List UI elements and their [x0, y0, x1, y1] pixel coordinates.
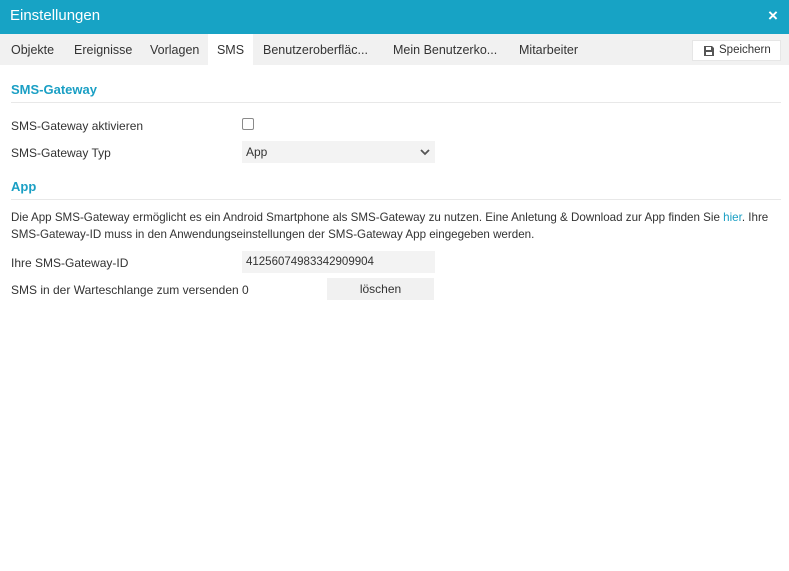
- activate-gateway-label: SMS-Gateway aktivieren: [11, 119, 144, 133]
- chevron-down-icon: [420, 149, 430, 156]
- tab-mein-benutzerkonto[interactable]: Mein Benutzerko...: [393, 34, 497, 65]
- gateway-type-value: App: [246, 145, 268, 159]
- tab-mitarbeiter[interactable]: Mitarbeiter: [519, 34, 578, 65]
- floppy-disk-icon: [704, 46, 714, 56]
- gateway-type-select[interactable]: App: [242, 141, 435, 163]
- section-divider: [11, 199, 781, 200]
- tab-vorlagen[interactable]: Vorlagen: [150, 34, 199, 65]
- title-bar: Einstellungen ×: [0, 0, 789, 34]
- tab-bar: Objekte Ereignisse Vorlagen SMS Benutzer…: [0, 34, 789, 65]
- gateway-id-value: 41256074983342909904: [246, 256, 374, 268]
- section-title-app: App: [11, 179, 37, 194]
- save-button-label: Speichern: [719, 44, 771, 56]
- gateway-id-label: Ihre SMS-Gateway-ID: [11, 256, 129, 270]
- queue-count: 0: [242, 283, 249, 297]
- save-button[interactable]: Speichern: [692, 40, 781, 61]
- delete-button[interactable]: löschen: [327, 278, 434, 300]
- gateway-type-label: SMS-Gateway Typ: [11, 146, 111, 160]
- activate-gateway-checkbox[interactable]: [242, 118, 254, 130]
- queue-label: SMS in der Warteschlange zum versenden: [11, 283, 239, 297]
- tab-ereignisse[interactable]: Ereignisse: [74, 34, 132, 65]
- tab-benutzeroberflaeche[interactable]: Benutzeroberfläc...: [263, 34, 368, 65]
- gateway-id-field[interactable]: 41256074983342909904: [242, 251, 435, 273]
- section-title-sms-gateway: SMS-Gateway: [11, 82, 97, 97]
- tab-sms[interactable]: SMS: [208, 34, 253, 65]
- section-divider: [11, 102, 781, 103]
- app-description: Die App SMS-Gateway ermöglicht es ein An…: [11, 210, 781, 243]
- close-icon[interactable]: ×: [765, 6, 781, 26]
- tab-objekte[interactable]: Objekte: [11, 34, 54, 65]
- download-link[interactable]: hier: [723, 211, 742, 224]
- window-title: Einstellungen: [10, 7, 101, 24]
- app-description-text: Die App SMS-Gateway ermöglicht es ein An…: [11, 211, 724, 224]
